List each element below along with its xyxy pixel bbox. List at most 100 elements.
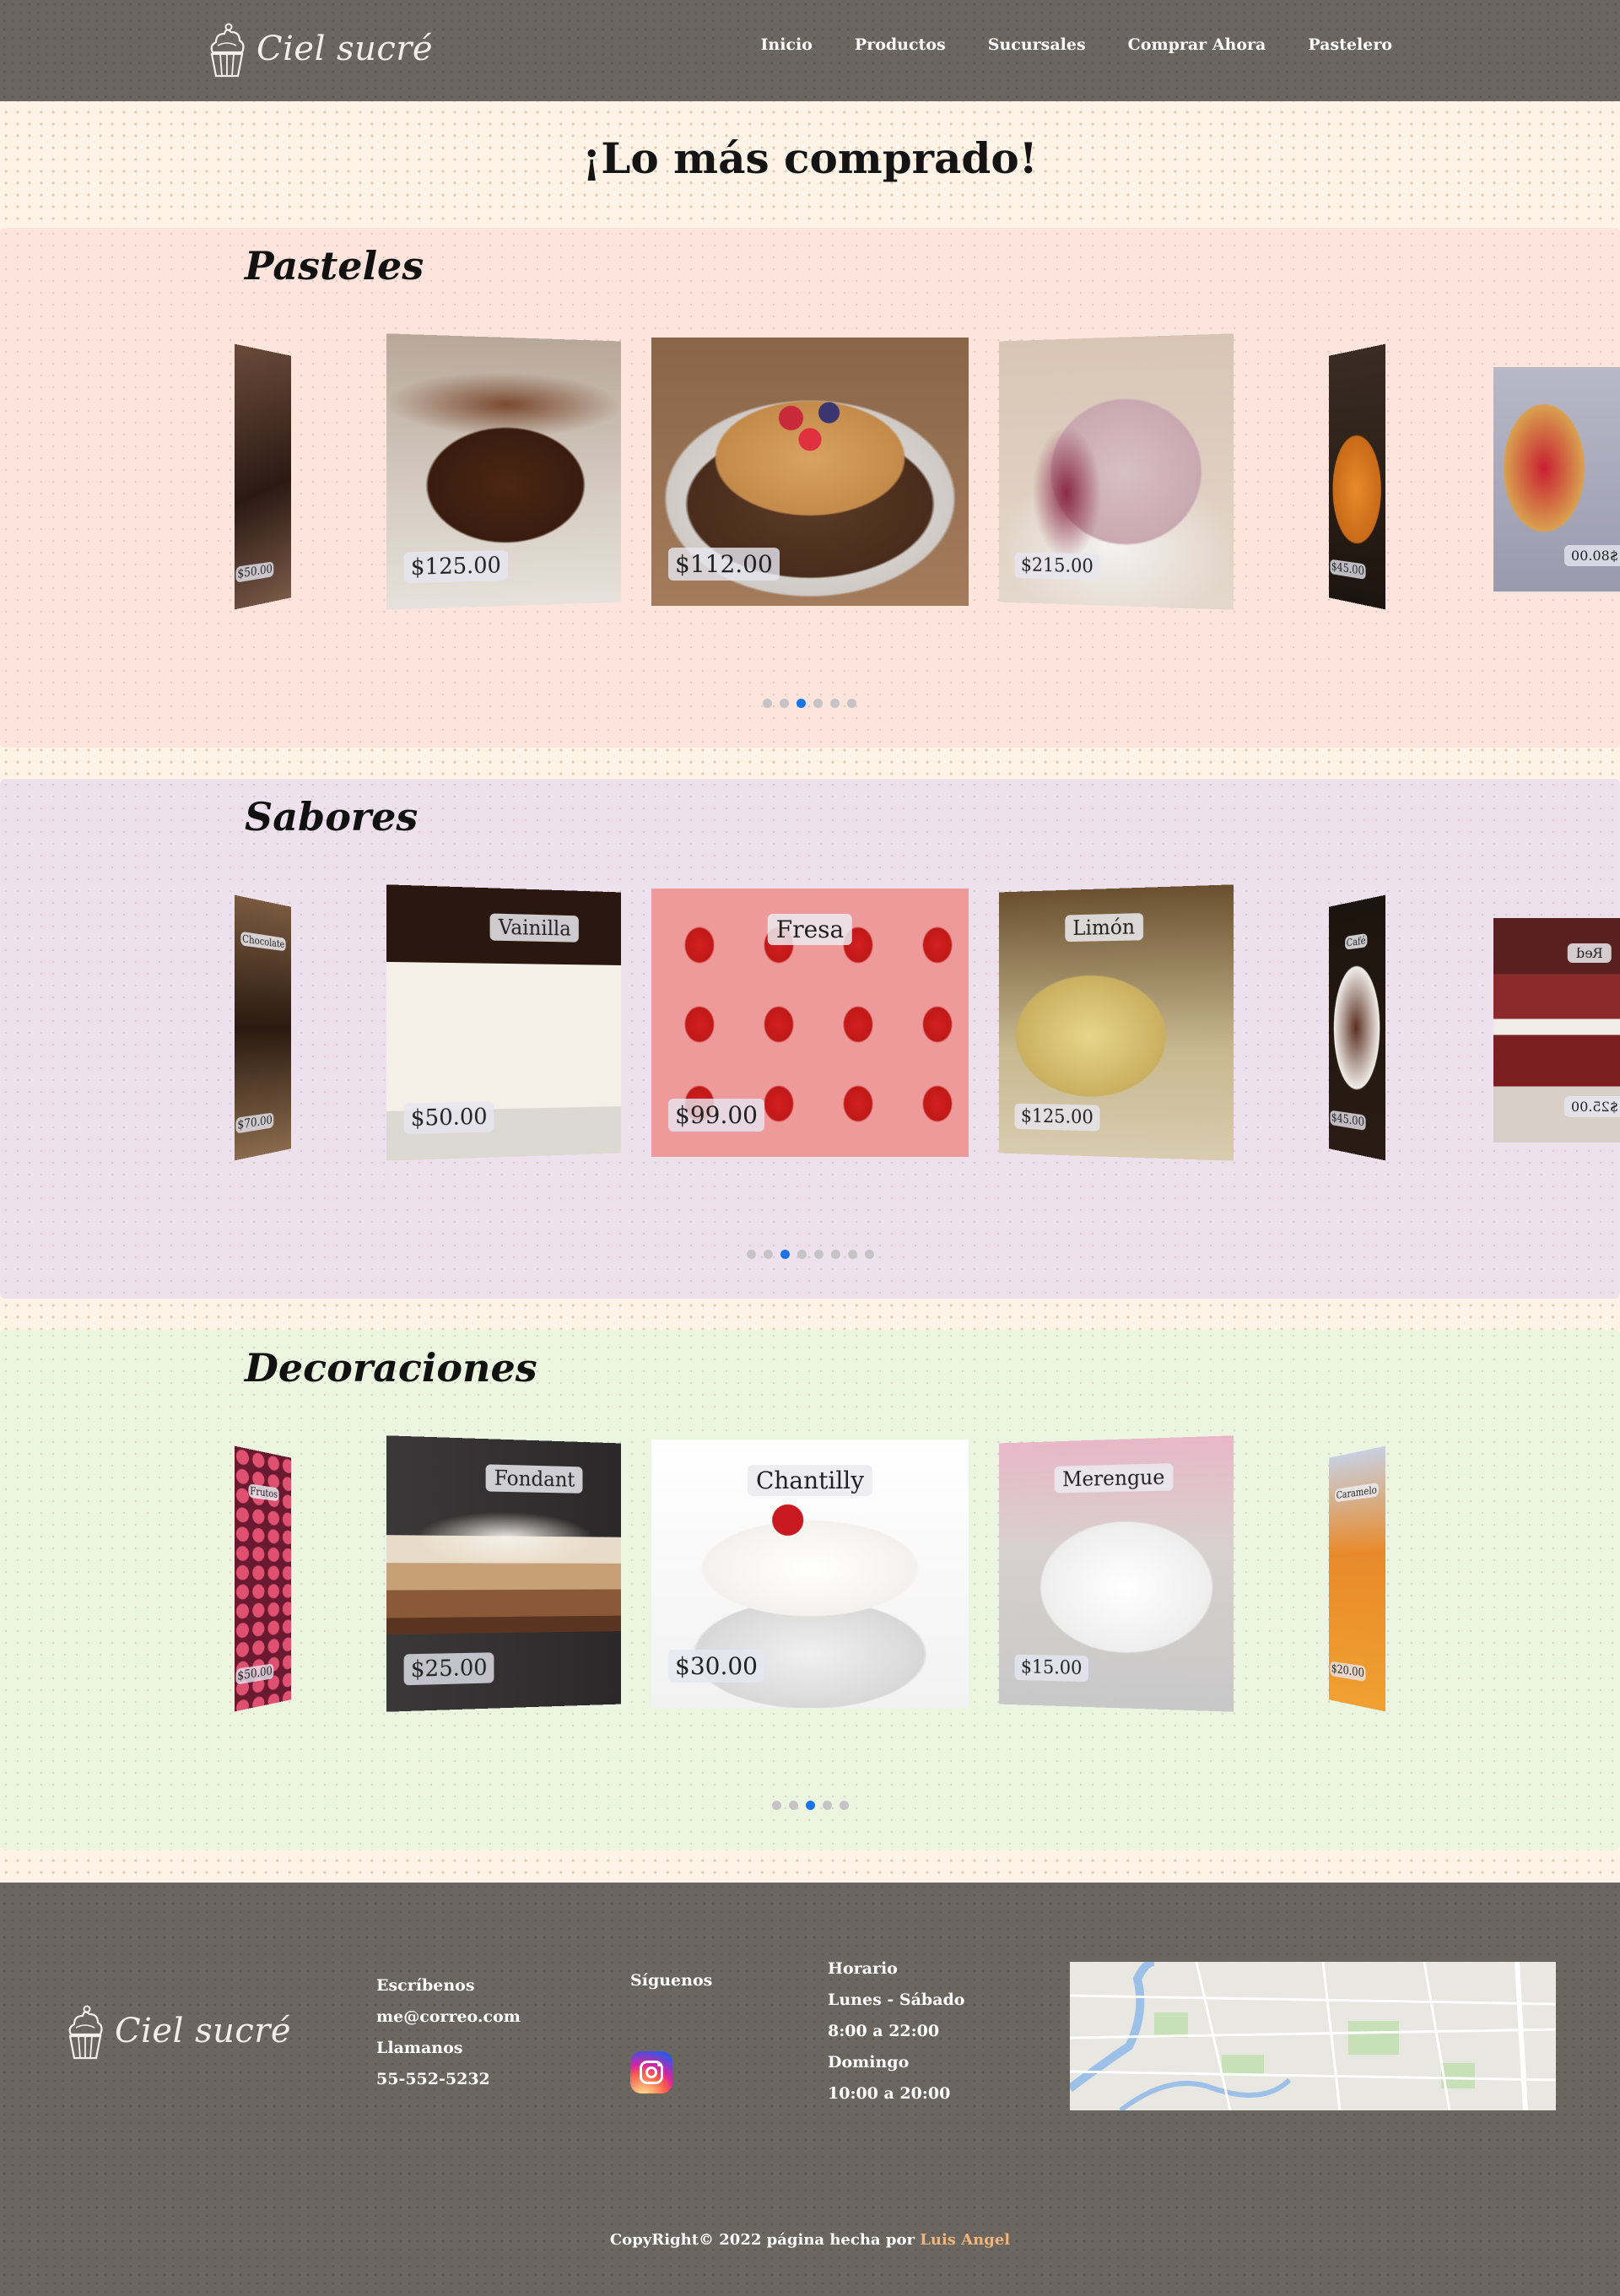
price-label: $50.00 — [404, 1101, 494, 1134]
nav-pastelero[interactable]: Pastelero — [1308, 35, 1392, 54]
instagram-icon[interactable] — [630, 2051, 672, 2093]
price-label: $15.00 — [1015, 1655, 1089, 1683]
footer-social: Síguenos — [630, 1965, 712, 1996]
hours-sunday-time: 10:00 a 20:00 — [828, 2078, 964, 2110]
pagination-dot[interactable] — [813, 699, 823, 708]
section-title: Decoraciones — [245, 1345, 537, 1391]
pagination-dot[interactable] — [780, 699, 789, 708]
carousel-slide[interactable]: $215.00 — [999, 333, 1234, 609]
social-title: Síguenos — [630, 1965, 712, 1996]
decoration-name: Merengue — [1055, 1463, 1174, 1493]
price-label: $80.00 — [1564, 545, 1620, 566]
copyright-text: CopyRight© 2022 página hecha por — [610, 2231, 920, 2249]
contact-call-label: Llamanos — [376, 2033, 521, 2064]
nav-comprar-ahora[interactable]: Comprar Ahora — [1128, 35, 1266, 54]
price-label: $125.00 — [1015, 1104, 1100, 1132]
flavor-name: Red — [1568, 943, 1612, 963]
map-graphic — [1070, 1962, 1556, 2110]
carousel-slide[interactable]: Fresa $99.00 — [651, 889, 969, 1157]
section-pasteles: Pasteles $50.00 $125.00 $112.00 $215.00 … — [0, 228, 1620, 748]
header-logo[interactable]: Ciel sucré — [206, 20, 433, 78]
copyright: CopyRight© 2022 página hecha por Luis An… — [0, 2231, 1620, 2249]
footer-brand-name: Ciel sucré — [115, 2012, 291, 2050]
section-title: Pasteles — [245, 243, 424, 289]
carousel-slide[interactable]: $80.00 — [1493, 367, 1620, 592]
footer-contact: Escríbenos me@correo.com Llamanos 55-552… — [376, 1970, 521, 2095]
section-sabores: Sabores Chocolate $70.00 Vainilla $50.00… — [0, 779, 1620, 1299]
decoration-name: Chantilly — [748, 1465, 872, 1496]
nav-productos[interactable]: Productos — [855, 35, 946, 54]
carousel-sabores[interactable]: Chocolate $70.00 Vainilla $50.00 Fresa $… — [0, 889, 1620, 1167]
site-header: Ciel sucré Inicio Productos Sucursales C… — [0, 0, 1620, 101]
location-map[interactable] — [1070, 1962, 1556, 2110]
pagination-dot[interactable] — [840, 1801, 849, 1810]
flavor-name: Limón — [1065, 913, 1143, 942]
carousel-pagination — [763, 699, 856, 708]
hours-sunday: Domingo — [828, 2047, 964, 2078]
pagination-dot[interactable] — [797, 1250, 807, 1259]
contact-email[interactable]: me@correo.com — [376, 2002, 521, 2033]
cupcake-icon — [206, 20, 248, 78]
footer-hours: Horario Lunes - Sábado 8:00 a 22:00 Domi… — [828, 1953, 964, 2110]
carousel-pagination — [747, 1250, 874, 1259]
page-title: ¡Lo más comprado! — [0, 133, 1620, 183]
pagination-dot[interactable] — [772, 1801, 781, 1810]
carousel-slide[interactable]: Frutos $50.00 — [235, 1446, 291, 1712]
carousel-slide[interactable]: Vainilla $50.00 — [386, 884, 621, 1160]
price-label: $25.00 — [404, 1652, 494, 1685]
author-link[interactable]: Luis Angel — [920, 2231, 1010, 2249]
carousel-slide[interactable]: $50.00 — [235, 344, 291, 610]
site-footer: Ciel sucré Escríbenos me@correo.com Llam… — [0, 1883, 1620, 2296]
hours-weekdays-time: 8:00 a 22:00 — [828, 2016, 964, 2047]
brand-name: Ciel sucré — [256, 30, 433, 68]
pagination-dot[interactable] — [830, 699, 840, 708]
pagination-dot-active[interactable] — [780, 1250, 790, 1259]
footer-logo[interactable]: Ciel sucré — [64, 2002, 291, 2060]
carousel-pasteles[interactable]: $50.00 $125.00 $112.00 $215.00 $45.00 $8… — [0, 338, 1620, 616]
carousel-slide[interactable]: Merengue $15.00 — [999, 1435, 1234, 1711]
hours-weekdays: Lunes - Sábado — [828, 1985, 964, 2016]
carousel-slide[interactable]: Chantilly $30.00 — [651, 1440, 969, 1708]
pagination-dot[interactable] — [814, 1250, 824, 1259]
carousel-decoraciones[interactable]: Frutos $50.00 Fondant $25.00 Chantilly $… — [0, 1440, 1620, 1718]
contact-phone[interactable]: 55-552-5232 — [376, 2064, 521, 2095]
flavor-name: Fresa — [768, 914, 852, 945]
carousel-pagination — [772, 1801, 849, 1810]
decoration-name: Fondant — [486, 1464, 583, 1493]
price-label: $215.00 — [1015, 553, 1100, 581]
main-nav: Inicio Productos Sucursales Comprar Ahor… — [761, 35, 1392, 54]
price-label: $125.00 — [404, 550, 508, 583]
pagination-dot[interactable] — [823, 1801, 832, 1810]
pagination-dot[interactable] — [831, 1250, 840, 1259]
pagination-dot-active[interactable] — [806, 1801, 815, 1810]
hours-title: Horario — [828, 1953, 964, 1985]
flavor-name: Vainilla — [490, 913, 579, 942]
carousel-slide[interactable]: Caramelo $20.00 — [1329, 1446, 1385, 1712]
pagination-dot[interactable] — [789, 1801, 798, 1810]
carousel-slide[interactable]: Chocolate $70.00 — [235, 895, 291, 1161]
carousel-slide[interactable]: Limón $125.00 — [999, 884, 1234, 1160]
price-label: $30.00 — [668, 1650, 764, 1683]
pagination-dot[interactable] — [763, 699, 772, 708]
price-label: $99.00 — [668, 1099, 764, 1132]
nav-sucursales[interactable]: Sucursales — [988, 35, 1086, 54]
nav-inicio[interactable]: Inicio — [761, 35, 813, 54]
carousel-slide[interactable]: $112.00 — [651, 338, 969, 606]
section-title: Sabores — [245, 794, 418, 840]
pagination-dot[interactable] — [848, 1250, 857, 1259]
carousel-slide[interactable]: Red $25.00 — [1493, 918, 1620, 1143]
pagination-dot[interactable] — [764, 1250, 773, 1259]
pagination-dot[interactable] — [865, 1250, 874, 1259]
carousel-slide[interactable]: $125.00 — [386, 333, 621, 609]
pagination-dot-active[interactable] — [796, 699, 806, 708]
pagination-dot[interactable] — [747, 1250, 756, 1259]
pagination-dot[interactable] — [847, 699, 856, 708]
contact-write-label: Escríbenos — [376, 1970, 521, 2002]
carousel-slide[interactable]: Fondant $25.00 — [386, 1435, 621, 1711]
price-label: $25.00 — [1564, 1096, 1620, 1117]
cupcake-icon — [64, 2002, 106, 2060]
section-decoraciones: Decoraciones Frutos $50.00 Fondant $25.0… — [0, 1330, 1620, 1850]
price-label: $112.00 — [668, 548, 780, 581]
carousel-slide[interactable]: $45.00 — [1329, 344, 1385, 610]
carousel-slide[interactable]: Café $45.00 — [1329, 895, 1385, 1161]
